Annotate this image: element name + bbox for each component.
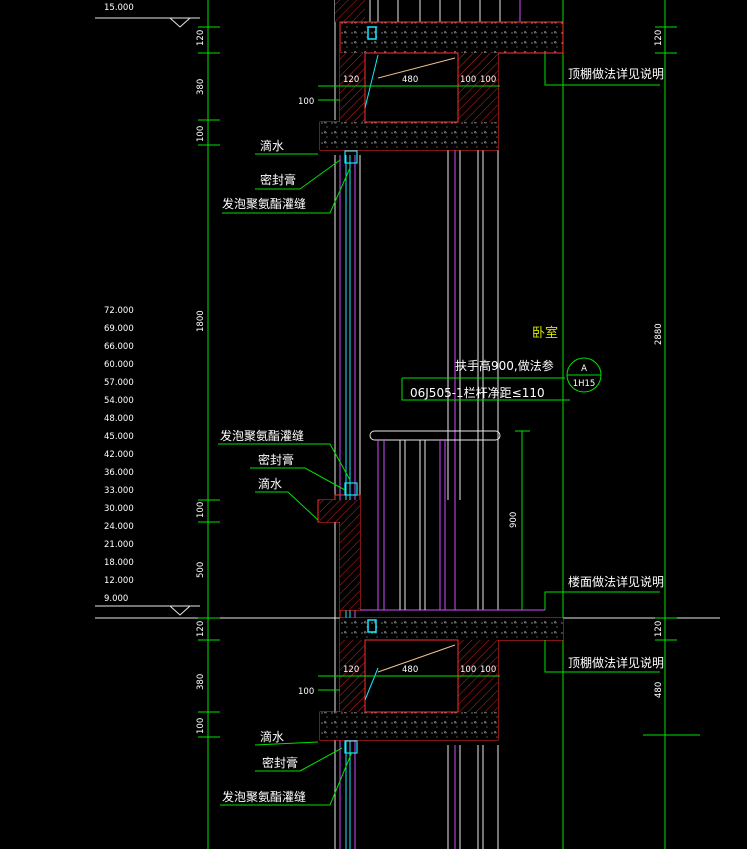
note-foam: 发泡聚氨酯灌缝 xyxy=(220,428,304,443)
level-item: 54.000 xyxy=(104,396,134,406)
level-item: 12.000 xyxy=(104,576,134,586)
level-item: 72.000 xyxy=(104,306,134,316)
note-floor: 楼面做法详见说明 xyxy=(568,574,664,589)
beam-dim-w1: 120 xyxy=(343,665,359,675)
dim-left-c: 100 xyxy=(196,126,206,142)
rail-note-line2: 06J505-1栏杆净距≤110 xyxy=(410,385,545,400)
level-item: 9.000 xyxy=(104,594,128,604)
rail-note-line1: 扶手高900,做法参 xyxy=(455,358,554,373)
beam-dim-w2: 480 xyxy=(402,75,418,85)
dim-left-a: 120 xyxy=(196,30,206,46)
beam-dim-w3: 100 xyxy=(460,75,476,85)
dim-left-f: 500 xyxy=(196,562,206,578)
detail-callout: A 1H15 xyxy=(566,357,602,393)
section-drawing: 15.000 72.000 69.000 66.000 60.000 57.00… xyxy=(95,0,720,849)
dim-right-c: 120 xyxy=(654,621,664,637)
level-item: 66.000 xyxy=(104,342,134,352)
beam-dim-w3: 100 xyxy=(460,665,476,675)
level-list: 72.000 69.000 66.000 60.000 57.000 54.00… xyxy=(104,306,134,604)
level-item: 21.000 xyxy=(104,540,134,550)
rail-height-dim: 900 xyxy=(509,512,519,528)
dim-left-b: 380 xyxy=(196,79,206,95)
note-drip: 滴水 xyxy=(260,729,284,744)
dim-left-h: 380 xyxy=(196,674,206,690)
level-item: 48.000 xyxy=(104,414,134,424)
note-foam: 发泡聚氨酯灌缝 xyxy=(222,789,306,804)
beam-dim-w4: 100 xyxy=(480,75,496,85)
level-item: 60.000 xyxy=(104,360,134,370)
level-item: 33.000 xyxy=(104,486,134,496)
dim-left-d: 1800 xyxy=(196,310,206,332)
beam-dim-off: 100 xyxy=(298,687,314,697)
dim-right-b: 2880 xyxy=(654,323,664,345)
beam-dim-w1: 120 xyxy=(343,75,359,85)
balcony-railing: 900 xyxy=(369,430,530,610)
dim-right-d: 480 xyxy=(654,682,664,698)
level-marker-top: 15.000 xyxy=(95,3,200,28)
level-item: 57.000 xyxy=(104,378,134,388)
note-sealant: 密封膏 xyxy=(260,172,296,187)
level-item: 36.000 xyxy=(104,468,134,478)
level-item: 24.000 xyxy=(104,522,134,532)
dim-right-a: 120 xyxy=(654,30,664,46)
dim-left-g: 120 xyxy=(196,621,206,637)
detail-id: A xyxy=(581,364,587,374)
level-top: 15.000 xyxy=(104,3,134,13)
left-dimension-chain: 120 380 100 1800 100 500 120 380 100 xyxy=(196,0,220,849)
note-ceiling-bottom: 顶棚做法详见说明 xyxy=(568,655,664,670)
level-item: 30.000 xyxy=(104,504,134,514)
note-drip: 滴水 xyxy=(258,476,282,491)
beam-dim-w2: 480 xyxy=(402,665,418,675)
level-item: 42.000 xyxy=(104,450,134,460)
note-ceiling-top: 顶棚做法详见说明 xyxy=(568,66,664,81)
dim-left-i: 100 xyxy=(196,718,206,734)
right-dimension-chain: 120 2880 120 480 xyxy=(643,0,700,849)
level-item: 69.000 xyxy=(104,324,134,334)
level-marker-mid xyxy=(95,605,720,619)
dim-left-e: 100 xyxy=(196,502,206,518)
room-label: 卧室 xyxy=(532,325,558,341)
level-item: 45.000 xyxy=(104,432,134,442)
note-foam: 发泡聚氨酯灌缝 xyxy=(222,196,306,211)
beam-dim-off: 100 xyxy=(298,97,314,107)
detail-sheet: 1H15 xyxy=(573,379,596,389)
beam-dim-w4: 100 xyxy=(480,665,496,675)
note-sealant: 密封膏 xyxy=(258,452,294,467)
level-item: 18.000 xyxy=(104,558,134,568)
note-sealant: 密封膏 xyxy=(262,755,298,770)
note-drip: 滴水 xyxy=(260,138,284,153)
